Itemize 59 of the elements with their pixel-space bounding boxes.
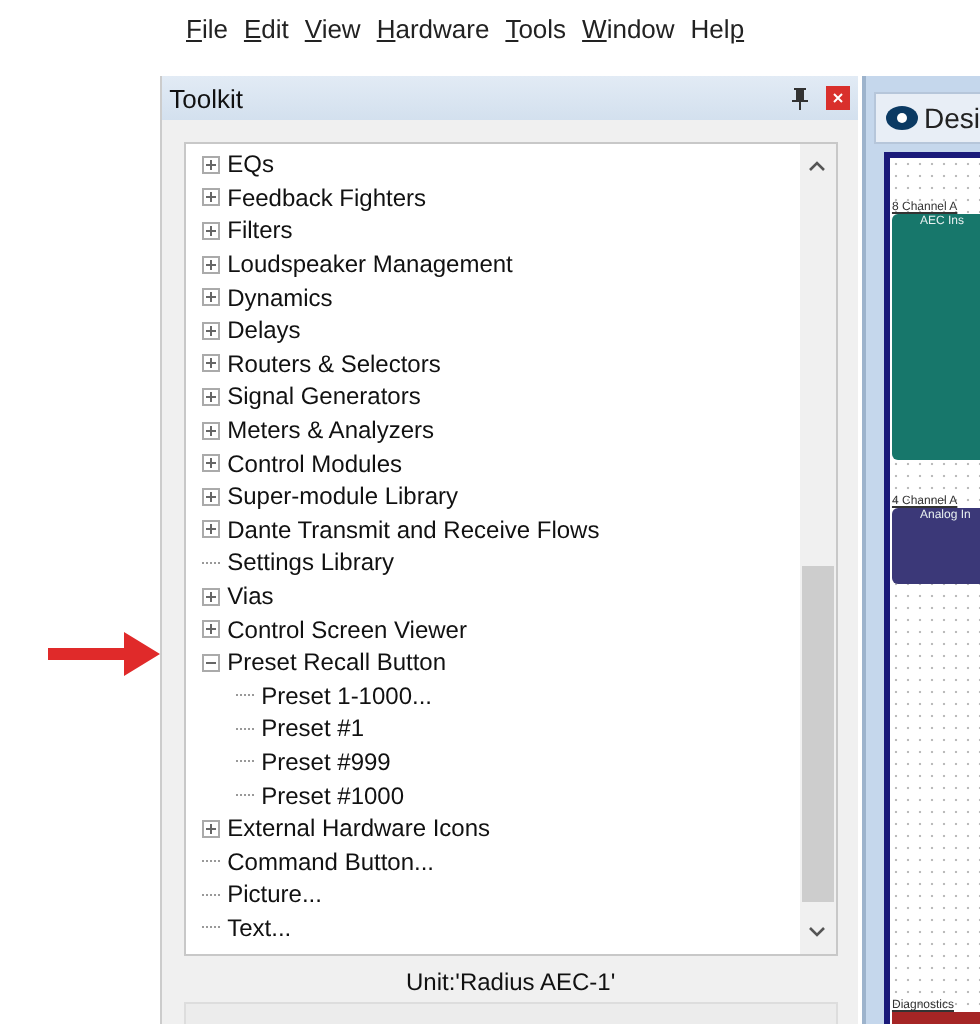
panel-title: Toolkit (169, 83, 245, 113)
expander-icon[interactable] (201, 587, 220, 606)
scrollbar[interactable] (799, 144, 836, 954)
tree-item[interactable]: Picture... (227, 880, 322, 909)
expander-icon[interactable] (201, 288, 220, 307)
menu-item[interactable]: Help (682, 14, 753, 44)
expander-icon[interactable] (201, 188, 220, 207)
tree-item[interactable]: EQs (227, 150, 274, 179)
tree-item[interactable]: Vias (227, 582, 274, 611)
expander-icon[interactable] (201, 620, 220, 639)
expander-icon[interactable] (201, 520, 220, 539)
arrow-icon (48, 630, 160, 678)
tree-item[interactable]: Routers & Selectors (227, 349, 441, 378)
menu-item[interactable]: Edit (235, 14, 297, 44)
tree-item[interactable]: Dynamics (227, 283, 333, 312)
tree-item[interactable]: Loudspeaker Management (227, 250, 513, 279)
tree-item[interactable]: Delays (227, 316, 301, 345)
tree-item[interactable]: Control Modules (227, 449, 402, 478)
scroll-up-icon[interactable] (808, 160, 827, 172)
tree-item[interactable]: Command Button... (227, 847, 435, 876)
tree-item[interactable]: Preset Recall Button (227, 648, 447, 677)
menu-item[interactable]: Tools (497, 14, 575, 44)
expander-icon[interactable] (201, 487, 220, 506)
tree-item[interactable]: Dante Transmit and Receive Flows (227, 515, 600, 544)
tree-item[interactable]: Signal Generators (227, 382, 421, 411)
expander-icon[interactable] (201, 653, 220, 672)
menu-item[interactable]: File (178, 14, 236, 44)
expander-icon[interactable] (201, 819, 220, 838)
expander-icon[interactable] (201, 354, 220, 373)
tree-item[interactable]: Preset #1000 (261, 781, 405, 810)
tree-item[interactable]: Meters & Analyzers (227, 416, 434, 445)
eye-icon (885, 106, 918, 130)
menu-item[interactable]: View (296, 14, 369, 44)
tree-item[interactable]: Super-module Library (227, 482, 459, 511)
unit-label: Unit:'Radius AEC-1' (403, 966, 618, 1000)
tree-item[interactable]: Text... (227, 913, 292, 942)
expander-icon[interactable] (201, 454, 220, 473)
pin-icon[interactable] (791, 87, 808, 109)
tree-item[interactable]: Preset #1 (261, 714, 364, 743)
expander-icon[interactable] (201, 421, 220, 440)
menu-item[interactable]: Hardware (368, 14, 498, 44)
scroll-down-icon[interactable] (808, 926, 827, 938)
expander-icon[interactable] (201, 255, 220, 274)
scroll-thumb[interactable] (801, 566, 834, 902)
tree-item[interactable]: Filters (227, 216, 293, 245)
expander-icon[interactable] (201, 155, 220, 174)
close-icon[interactable] (825, 86, 850, 110)
tab-title: Desi (923, 102, 980, 134)
expander-icon[interactable] (201, 221, 220, 240)
menu-item[interactable]: Window (574, 14, 683, 44)
tree-item[interactable]: Feedback Fighters (227, 183, 427, 212)
tree-item[interactable]: Preset #999 (261, 747, 391, 776)
tree-item[interactable]: Control Screen Viewer (227, 615, 467, 644)
expander-icon[interactable] (201, 387, 220, 406)
tree-item[interactable]: External Hardware Icons (227, 814, 491, 843)
expander-icon[interactable] (201, 321, 220, 340)
tree-item[interactable]: Settings Library (227, 548, 394, 577)
tree-item[interactable]: Preset 1-1000... (261, 681, 433, 710)
design-tab[interactable]: Desi (873, 92, 980, 144)
